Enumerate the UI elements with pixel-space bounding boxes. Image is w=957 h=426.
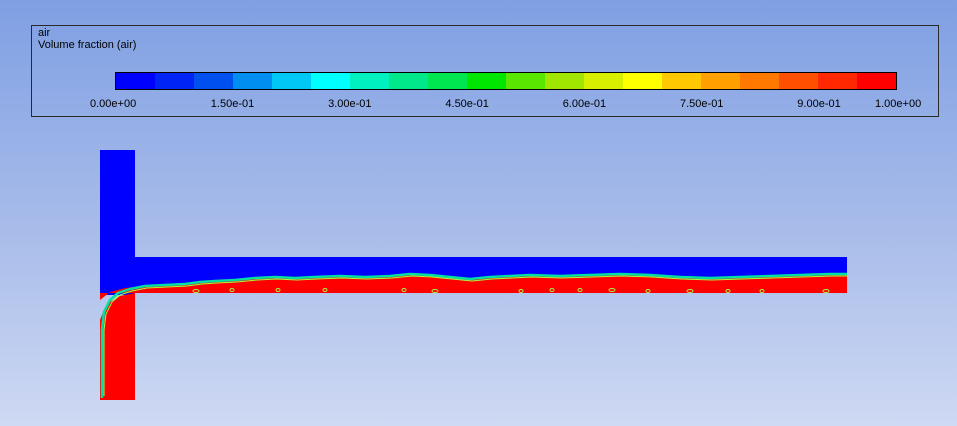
volume-fraction-contour-plot bbox=[100, 150, 847, 400]
interface-highlight bbox=[103, 275, 847, 396]
